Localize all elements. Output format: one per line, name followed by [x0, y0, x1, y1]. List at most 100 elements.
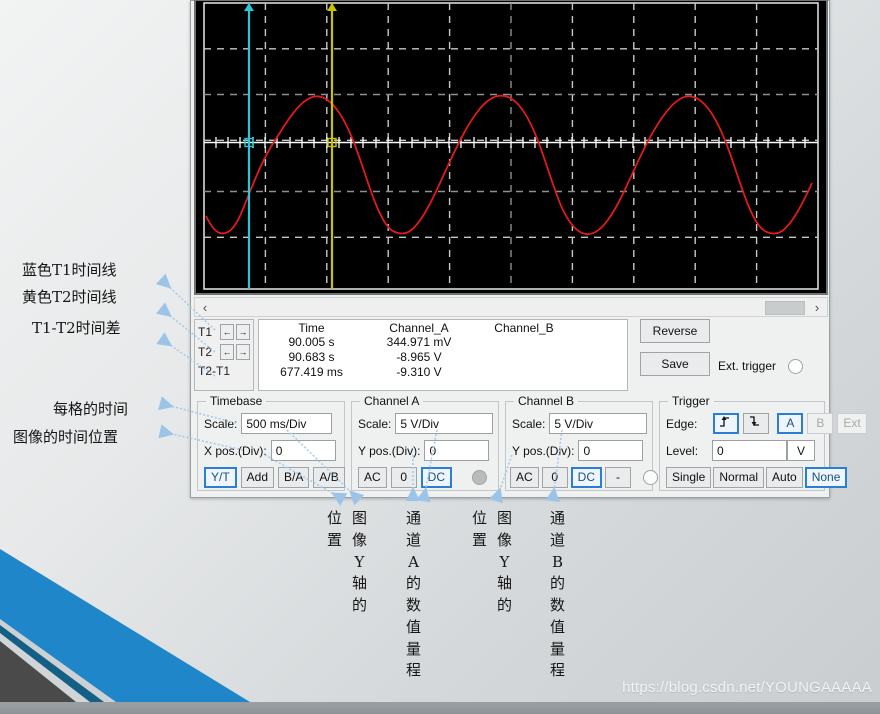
- scrollbar-left-arrow[interactable]: ‹: [195, 300, 215, 315]
- channel-b-invert-button[interactable]: -: [605, 467, 632, 488]
- readout-t1-time: 90.005 s: [288, 335, 335, 349]
- cursor-difference-label: T2-T1: [198, 364, 231, 378]
- timebase-scale-input[interactable]: 500 ms/Div: [241, 413, 333, 434]
- t2-left-arrow-button[interactable]: ←: [220, 344, 235, 360]
- trigger-edge-rising-icon[interactable]: [713, 413, 740, 434]
- channel-a-scale-input[interactable]: 5 V/Div: [395, 413, 494, 434]
- readout-header-time: Time: [298, 321, 325, 335]
- ext-trigger-label: Ext. trigger: [718, 359, 777, 373]
- trigger-edge-label: Edge:: [666, 416, 698, 431]
- table-row: 90.683 s -8.965 V: [259, 350, 627, 365]
- readout-header-row: Time Channel_A Channel_B: [259, 320, 627, 335]
- cursor-t1-label: T1: [198, 325, 213, 339]
- timebase-mode-b-over-a-button[interactable]: B/A: [278, 467, 310, 488]
- channel-b-title: Channel B: [514, 394, 579, 408]
- readout-header-channel-b: Channel_B: [494, 321, 554, 335]
- annotation-vertical-b-position: 位置: [472, 509, 488, 549]
- channel-a-scale-label: Scale:: [358, 416, 392, 431]
- timebase-xpos-input[interactable]: 0: [270, 440, 336, 461]
- save-button[interactable]: Save: [640, 352, 710, 376]
- readout-diff-channel-a: -9.310 V: [396, 365, 442, 379]
- channel-b-ypos-label: Y pos.(Div):: [512, 443, 575, 458]
- measurement-panel: T1 ← → T2 ← → T2-T1 Time Channel_A Chann…: [194, 319, 828, 393]
- reverse-button[interactable]: Reverse: [640, 319, 710, 343]
- annotation-vertical-a-yaxis: 图像Y轴的: [352, 509, 368, 614]
- channel-a-coupling-ac-button[interactable]: AC: [358, 467, 387, 488]
- readout-t1-channel-a: 344.971 mV: [386, 335, 452, 349]
- side-button-group: Reverse Save Ext. trigger: [640, 319, 826, 391]
- readout-t2-time: 90.683 s: [288, 350, 335, 364]
- trigger-group: Trigger Edge: A B Ext Level: 0 V Single …: [659, 394, 867, 491]
- readout-t2-channel-a: -8.965 V: [396, 350, 442, 364]
- timebase-mode-a-over-b-button[interactable]: A/B: [313, 467, 345, 488]
- screen-horizontal-scrollbar[interactable]: ‹ ›: [194, 297, 828, 317]
- ext-trigger-led-icon: [788, 359, 803, 374]
- scrollbar-right-arrow[interactable]: ›: [807, 300, 827, 315]
- t2-right-arrow-button[interactable]: →: [236, 344, 251, 360]
- trigger-level-label: Level:: [666, 443, 699, 458]
- trigger-level-input[interactable]: 0: [712, 440, 788, 461]
- trigger-source-b-button[interactable]: B: [807, 413, 834, 434]
- table-row: 90.005 s 344.971 mV: [259, 335, 627, 350]
- cursor-row-t2: T2 ← →: [198, 342, 251, 362]
- readout-diff-time: 677.419 ms: [280, 365, 343, 379]
- channel-b-coupling-ac-button[interactable]: AC: [510, 467, 539, 488]
- annotation-vertical-b-range: 通道B的数值量程: [550, 509, 566, 680]
- trigger-mode-auto-button[interactable]: Auto: [766, 467, 803, 488]
- timebase-mode-add-button[interactable]: Add: [240, 467, 275, 488]
- channel-a-title: Channel A: [360, 394, 424, 408]
- rising-edge-icon: [720, 416, 730, 427]
- scope-screen[interactable]: [196, 1, 826, 293]
- slide-bottom-bar: [0, 702, 880, 714]
- channel-b-scale-input[interactable]: 5 V/Div: [549, 413, 648, 434]
- channel-a-led-icon: [472, 470, 488, 485]
- t1-left-arrow-button[interactable]: ←: [220, 324, 235, 340]
- trigger-mode-normal-button[interactable]: Normal: [713, 467, 765, 488]
- channel-b-led-icon: [643, 470, 659, 485]
- timebase-scale-label: Scale:: [204, 416, 238, 431]
- channel-b-scale-label: Scale:: [512, 416, 546, 431]
- readout-diff-channel-b: [474, 365, 574, 380]
- scrollbar-track[interactable]: [215, 298, 807, 316]
- channel-a-group: Channel A Scale: 5 V/Div Y pos.(Div): 0 …: [351, 394, 499, 491]
- readout-t1-channel-b: [474, 335, 574, 350]
- channel-a-ypos-input[interactable]: 0: [424, 440, 490, 461]
- trigger-mode-single-button[interactable]: Single: [666, 467, 712, 488]
- channel-a-coupling-gnd-button[interactable]: 0: [390, 467, 417, 488]
- falling-edge-icon: [750, 416, 760, 426]
- channel-a-ypos-label: Y pos.(Div):: [358, 443, 421, 458]
- measurement-readout-table: Time Channel_A Channel_B 90.005 s 344.97…: [258, 319, 628, 391]
- cursor-row-t1: T1 ← →: [198, 322, 251, 342]
- scrollbar-thumb[interactable]: [765, 301, 805, 315]
- readout-header-channel-a: Channel_A: [389, 321, 449, 335]
- cursor-t2-label: T2: [198, 345, 213, 359]
- scope-screen-frame: [194, 0, 828, 295]
- channel-a-coupling-dc-button[interactable]: DC: [420, 467, 453, 488]
- channel-b-ypos-input[interactable]: 0: [578, 440, 644, 461]
- trigger-source-a-button[interactable]: A: [777, 413, 804, 434]
- timebase-xpos-label: X pos.(Div):: [204, 443, 267, 458]
- channel-b-coupling-dc-button[interactable]: DC: [570, 467, 603, 488]
- timebase-group: Timebase Scale: 500 ms/Div X pos.(Div): …: [197, 394, 345, 491]
- annotation-vertical-b-yaxis: 图像Y轴的: [497, 509, 513, 614]
- trigger-source-ext-button[interactable]: Ext: [837, 413, 867, 434]
- cursor-control-box: T1 ← → T2 ← → T2-T1: [194, 319, 254, 391]
- annotation-vertical-a-range: 通道A的数值量程: [406, 509, 422, 680]
- channel-b-group: Channel B Scale: 5 V/Div Y pos.(Div): 0 …: [505, 394, 659, 491]
- trigger-title: Trigger: [668, 394, 714, 408]
- trigger-level-unit-select[interactable]: V: [787, 440, 816, 461]
- slide-decoration-blue-band: [0, 467, 250, 702]
- annotation-time-difference: T1-T2时间差: [32, 319, 121, 337]
- timebase-mode-yt-button[interactable]: Y/T: [204, 467, 237, 488]
- annotation-t2-line: 黄色T2时间线: [22, 288, 117, 306]
- annotation-image-time-position: 图像的时间位置: [13, 428, 119, 446]
- channel-b-coupling-gnd-button[interactable]: 0: [541, 467, 568, 488]
- annotation-time-per-div: 每格的时间: [53, 400, 129, 418]
- trigger-edge-falling-icon[interactable]: [743, 413, 770, 434]
- watermark-text: https://blog.csdn.net/YOUNGAAAAA: [622, 679, 872, 696]
- table-row: 677.419 ms -9.310 V: [259, 365, 627, 380]
- t1-right-arrow-button[interactable]: →: [236, 324, 251, 340]
- annotation-t1-line: 蓝色T1时间线: [22, 261, 117, 279]
- trigger-mode-none-button[interactable]: None: [804, 467, 848, 488]
- readout-t2-channel-b: [474, 350, 574, 365]
